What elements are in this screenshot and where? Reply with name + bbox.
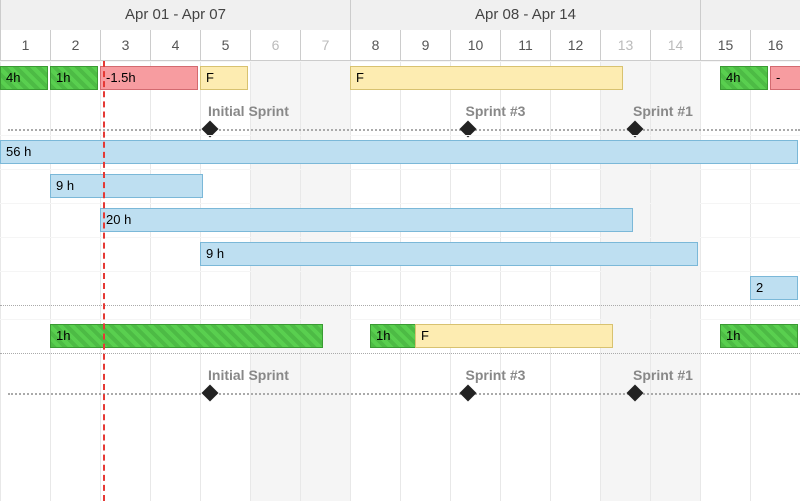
day-header-cell[interactable]: 4 [150, 30, 200, 60]
task-row: 20 h [0, 203, 800, 237]
task-bar[interactable]: 1h [370, 324, 418, 348]
milestone-marker[interactable] [459, 385, 476, 402]
gantt-chart: Apr 01 - Apr 07Apr 08 - Apr 14 123456789… [0, 0, 800, 500]
day-header-cell[interactable]: 13 [600, 30, 650, 60]
day-header-cell[interactable]: 1 [0, 30, 50, 60]
task-bar[interactable]: 2 [750, 276, 798, 300]
day-header-cell[interactable]: 16 [750, 30, 800, 60]
task-bar[interactable]: -1.5h [100, 66, 198, 90]
milestone-label: Initial Sprint [208, 103, 289, 119]
row-separator [0, 353, 800, 367]
task-row: 4h1h-1.5hFF4h- [0, 61, 800, 95]
week-header-cell [700, 0, 800, 30]
task-bar[interactable]: F [415, 324, 613, 348]
task-bar[interactable]: 1h [50, 66, 98, 90]
task-row: 56 h [0, 135, 800, 169]
gantt-rows: 4h1h-1.5hFF4h-Initial SprintSprint #3Spr… [0, 61, 800, 501]
day-header-cell[interactable]: 15 [700, 30, 750, 60]
milestone-marker[interactable] [202, 385, 219, 402]
day-header-cell[interactable]: 5 [200, 30, 250, 60]
task-bar[interactable]: F [350, 66, 623, 90]
task-row: 9 h [0, 237, 800, 271]
row-separator [0, 305, 800, 319]
day-header-cell[interactable]: 7 [300, 30, 350, 60]
task-bar[interactable]: 4h [720, 66, 768, 90]
task-bar[interactable]: F [200, 66, 248, 90]
week-header-cell: Apr 08 - Apr 14 [350, 0, 700, 30]
milestone-baseline [8, 393, 800, 395]
milestone-row: Initial Sprint Sprint #3 Sprint #1 [0, 367, 800, 399]
task-row: 1h1hF1h [0, 319, 800, 353]
day-header-cell[interactable]: 9 [400, 30, 450, 60]
day-header-cell[interactable]: 8 [350, 30, 400, 60]
day-header-cell[interactable]: 10 [450, 30, 500, 60]
task-bar[interactable]: 56 h [0, 140, 798, 164]
day-header-cell[interactable]: 14 [650, 30, 700, 60]
task-bar[interactable]: 9 h [200, 242, 698, 266]
task-bar[interactable]: 4h [0, 66, 48, 90]
day-header-cell[interactable]: 11 [500, 30, 550, 60]
task-row: 2 [0, 271, 800, 305]
milestone-baseline [8, 129, 800, 131]
milestone-label: Sprint #3 [466, 367, 526, 383]
milestone-row: Initial Sprint Sprint #3 Sprint #1 [0, 103, 800, 135]
task-bar[interactable]: 20 h [100, 208, 633, 232]
timeline-header: Apr 01 - Apr 07Apr 08 - Apr 14 123456789… [0, 0, 800, 61]
task-bar[interactable]: 1h [720, 324, 798, 348]
milestone-label: Sprint #1 [633, 367, 693, 383]
day-header-cell[interactable]: 12 [550, 30, 600, 60]
milestone-marker[interactable] [627, 385, 644, 402]
day-header-cell[interactable]: 6 [250, 30, 300, 60]
day-header-cell[interactable]: 2 [50, 30, 100, 60]
milestone-label: Sprint #3 [466, 103, 526, 119]
task-bar[interactable]: 1h [50, 324, 323, 348]
milestone-label: Sprint #1 [633, 103, 693, 119]
week-row: Apr 01 - Apr 07Apr 08 - Apr 14 [0, 0, 800, 30]
day-header-cell[interactable]: 3 [100, 30, 150, 60]
task-bar[interactable]: 9 h [50, 174, 203, 198]
gantt-body[interactable]: 4h1h-1.5hFF4h-Initial SprintSprint #3Spr… [0, 61, 800, 501]
task-row: 9 h [0, 169, 800, 203]
milestone-label: Initial Sprint [208, 367, 289, 383]
task-bar[interactable]: - [770, 66, 800, 90]
day-row: 12345678910111213141516 [0, 30, 800, 60]
today-marker [103, 61, 105, 501]
week-header-cell: Apr 01 - Apr 07 [0, 0, 350, 30]
